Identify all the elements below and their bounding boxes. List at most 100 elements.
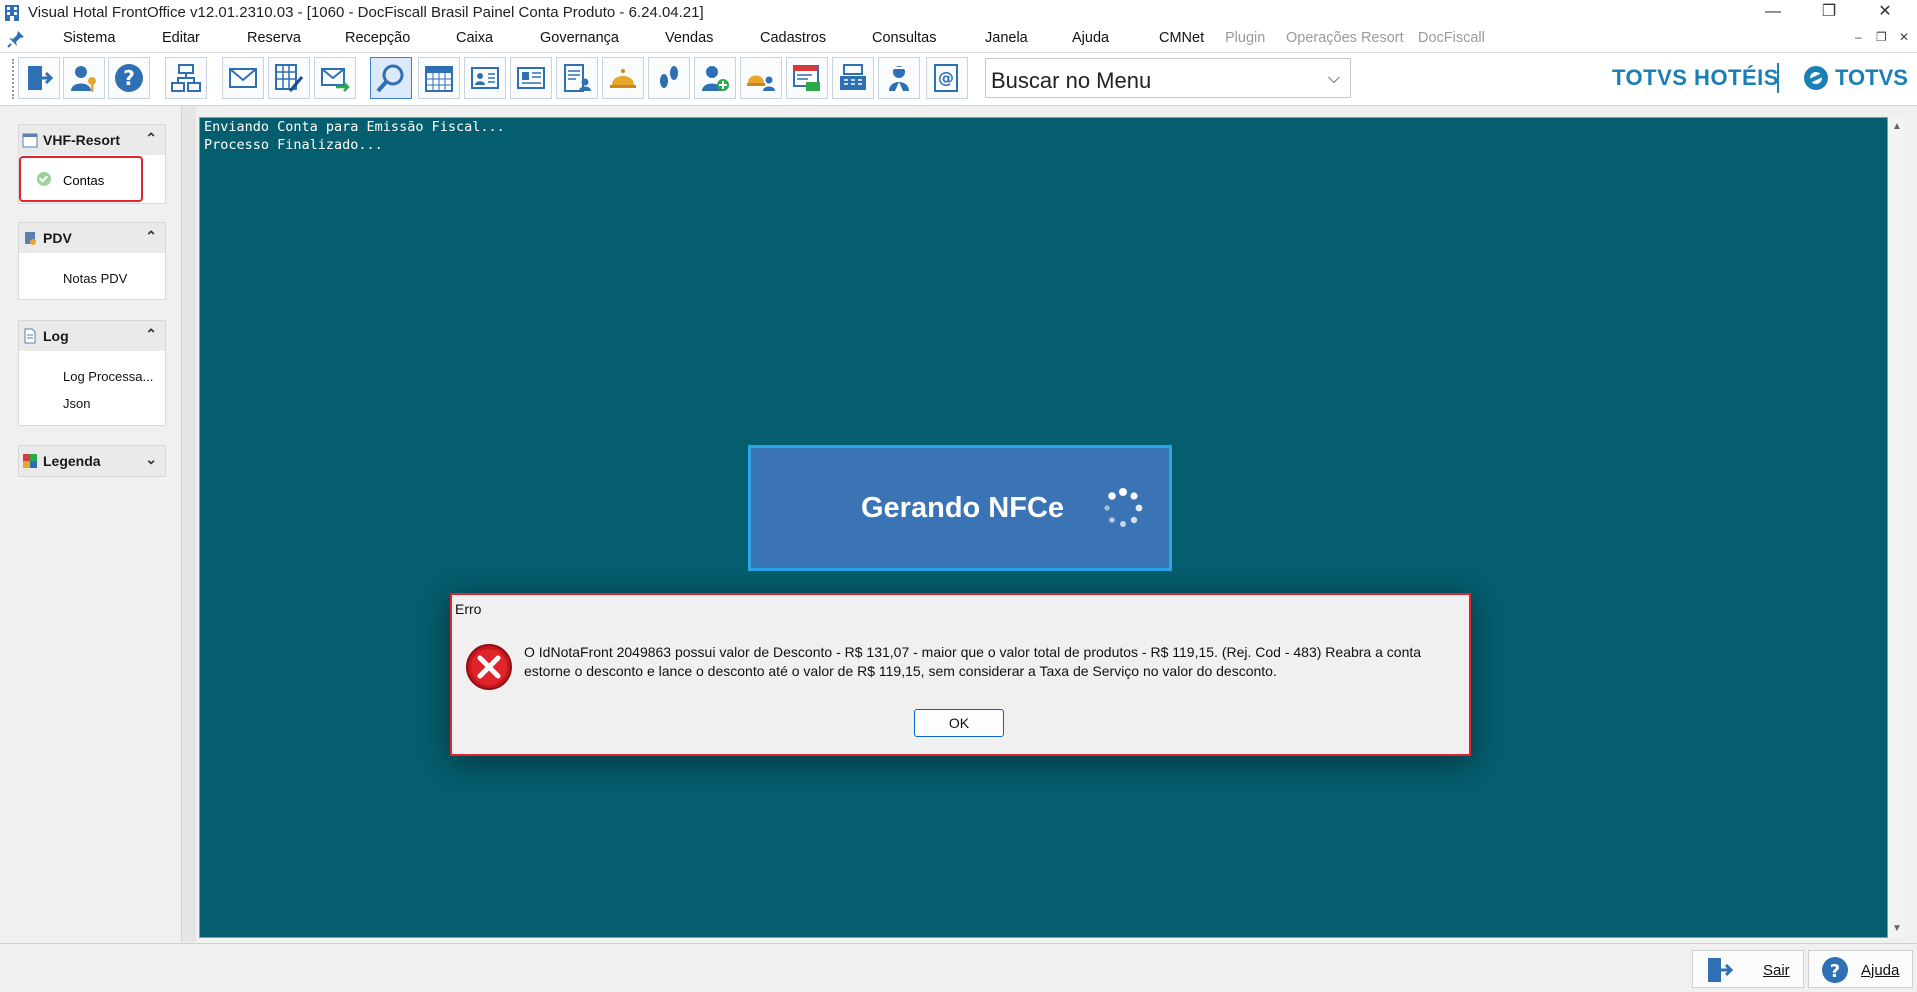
sidebar-item-contas[interactable]: Contas [19,156,143,202]
log-line: Enviando Conta para Emissão Fiscal... [204,119,505,135]
invoice-button[interactable] [786,57,828,99]
email-at-button[interactable]: @ [926,57,968,99]
sidebar-group-title: Log [43,328,69,344]
menu-reserva[interactable]: Reserva [247,30,301,46]
report-user-button[interactable] [556,57,598,99]
menu-cadastros[interactable]: Cadastros [760,30,826,46]
exit-icon [28,66,54,90]
org-chart-button[interactable] [165,57,207,99]
ok-button[interactable]: OK [914,709,1004,737]
mail-icon [229,68,257,88]
id-card-button[interactable] [510,57,552,99]
sidebar-item-notas-pdv[interactable]: Notas PDV [63,271,127,286]
sidebar-group-header-pdv[interactable]: PDV ⌃ [19,223,165,253]
menu-search-select[interactable]: Buscar no Menu ⌵ [985,58,1351,98]
menu-ajuda[interactable]: Ajuda [1072,30,1109,46]
mail-button[interactable] [222,57,264,99]
sair-button[interactable]: Sair [1692,950,1804,988]
bell-icon [610,69,636,88]
menu-operacoes-resort[interactable]: Operações Resort [1286,30,1404,46]
error-dialog: Erro O IdNotaFront 2049863 possui valor … [450,593,1471,756]
menu-caixa[interactable]: Caixa [456,30,493,46]
grid-edit-icon [275,64,304,92]
help-button[interactable]: ? [108,57,150,99]
room-service-button[interactable] [740,57,782,99]
footsteps-button[interactable] [648,57,690,99]
mdi-restore-button[interactable]: ❐ [1876,30,1887,44]
chevron-down-icon: ⌵ [1327,70,1340,87]
mail-send-button[interactable] [314,57,356,99]
menu-docfiscall[interactable]: DocFiscall [1418,30,1485,46]
menu-governanca[interactable]: Governança [540,30,619,46]
guest-card-icon [471,67,499,89]
menu-sistema[interactable]: Sistema [63,30,115,46]
totvs-logo-text: TOTVS [1835,65,1908,90]
window-title: Visual Hotal FrontOffice v12.01.2310.03 … [28,4,704,21]
exit-icon [1708,958,1733,982]
sidebar-group-log: Log ⌃ Log Processa... Json [18,320,166,426]
svg-text:?: ? [123,66,135,90]
svg-text:?: ? [1830,961,1840,982]
menu-bar: Sistema Editar Reserva Recepção Caixa Go… [0,26,1917,53]
report-user-icon [564,64,591,92]
totvs-hoteis-logo: TOTVS HOTÉIS [1612,65,1779,90]
spinner-icon [1104,488,1143,527]
close-button[interactable]: ✕ [1857,0,1913,26]
pin-icon[interactable] [6,29,26,49]
scroll-up-icon[interactable]: ▲ [1892,121,1902,132]
sidebar-group-header-log[interactable]: Log ⌃ [19,321,165,351]
guest-card-button[interactable] [464,57,506,99]
dialog-message: O IdNotaFront 2049863 possui valor de De… [524,644,1422,679]
sidebar-group-header-vhf-resort[interactable]: VHF-Resort ⌃ [19,125,165,155]
svg-text:@: @ [938,68,954,87]
id-card-icon [517,67,545,89]
sidebar-group-legenda: Legenda ⌄ [18,445,166,477]
sidebar-group-title: Legenda [43,453,101,469]
users-key-button[interactable] [63,57,105,99]
scroll-down-icon[interactable]: ▼ [1892,923,1902,934]
restore-button[interactable]: ❐ [1801,0,1857,26]
chevron-up-icon[interactable]: ⌃ [145,326,157,343]
calendar-button[interactable] [418,57,460,99]
maid-icon [889,66,909,91]
vertical-scrollbar[interactable]: ▲ ▼ [1888,117,1905,938]
legend-palette-icon [23,454,37,468]
grid-edit-button[interactable] [268,57,310,99]
room-service-icon [747,75,775,91]
sidebar-group-pdv: PDV ⌃ Notas PDV [18,222,166,300]
add-user-button[interactable] [694,57,736,99]
minimize-button[interactable]: — [1745,0,1801,26]
calendar-icon [425,66,453,92]
dialog-title: Erro [455,601,482,617]
sidebar-item-log-processamento[interactable]: Log Processa... [63,369,153,384]
sidebar-group-header-legenda[interactable]: Legenda ⌄ [19,446,165,476]
sidebar-item-json[interactable]: Json [63,396,90,411]
menu-consultas[interactable]: Consultas [872,30,936,46]
loading-text: Gerando NFCe [861,492,1065,524]
mdi-minimize-button[interactable]: – [1855,30,1862,44]
menu-cmnet[interactable]: CMNet [1159,30,1204,46]
ajuda-button[interactable]: ? Ajuda [1808,950,1913,988]
search-button[interactable] [370,57,412,99]
chevron-up-icon[interactable]: ⌃ [145,228,157,245]
menu-editar[interactable]: Editar [162,30,200,46]
sidebar-group-title: VHF-Resort [43,132,121,148]
bell-button[interactable] [602,57,644,99]
menu-recepcao[interactable]: Recepção [345,30,410,46]
menu-plugin[interactable]: Plugin [1225,30,1265,46]
sidebar-splitter[interactable] [181,106,196,942]
menu-vendas[interactable]: Vendas [665,30,713,46]
help-icon: ? [1822,957,1848,983]
cash-register-button[interactable] [832,57,874,99]
sidebar-item-label: Contas [63,173,105,188]
maid-button[interactable] [878,57,920,99]
title-bar: Visual Hotal FrontOffice v12.01.2310.03 … [0,0,1917,26]
sidebar-group-title: PDV [43,230,72,246]
exit-button[interactable] [18,57,60,99]
footsteps-icon [660,66,678,88]
mdi-close-button[interactable]: ✕ [1899,30,1909,44]
chevron-up-icon[interactable]: ⌃ [145,130,157,147]
menu-janela[interactable]: Janela [985,30,1028,46]
calendar-icon [22,133,38,148]
chevron-down-icon[interactable]: ⌄ [145,451,157,468]
